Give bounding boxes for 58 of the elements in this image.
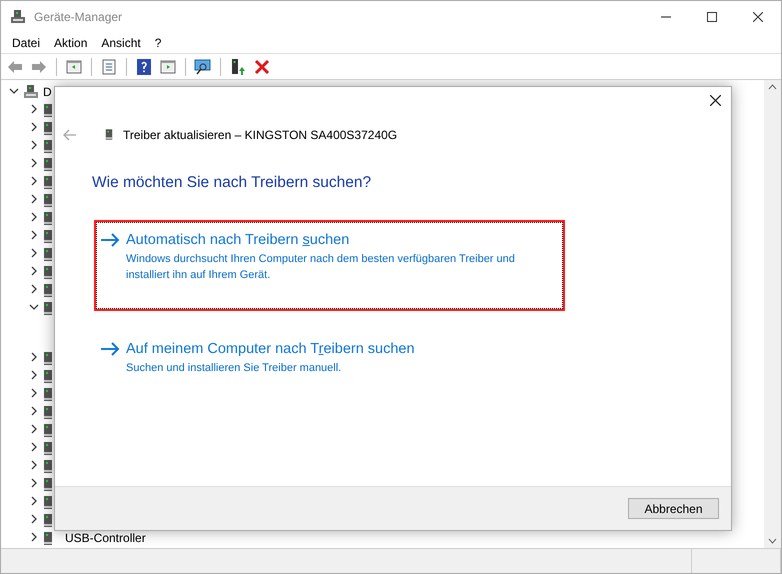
- device-icon: [43, 530, 53, 546]
- device-icon: [43, 300, 53, 316]
- dialog-title: Treiber aktualisieren – KINGSTON SA400S37240G: [123, 128, 398, 142]
- device-icon: [43, 282, 53, 298]
- window-title: Geräte-Manager: [34, 10, 122, 24]
- search-option[interactable]: Auf meinem Computer nach Treibern suchen Suchen und installieren Sie Treiber manuell.: [94, 329, 565, 404]
- device-icon: [43, 368, 53, 384]
- option-description: Suchen und installieren Sie Treiber manuell.: [126, 361, 342, 376]
- device-icon: [43, 386, 53, 402]
- menu-item[interactable]: Aktion: [47, 36, 94, 50]
- menu-item[interactable]: Datei: [5, 36, 48, 50]
- arrow-icon: [100, 233, 120, 247]
- properties-icon[interactable]: [100, 58, 118, 76]
- close-icon[interactable]: [753, 12, 763, 22]
- tree-item-label[interactable]: USB-Controller: [65, 531, 146, 545]
- device-icon: [43, 210, 53, 226]
- cancel-button[interactable]: Abbrechen: [628, 498, 719, 519]
- option-title: Automatisch nach Treibern suchen: [126, 231, 350, 249]
- device-icon: [43, 264, 53, 280]
- device-icon: [43, 476, 53, 492]
- device-icon: [43, 350, 53, 366]
- help-icon[interactable]: [135, 58, 153, 76]
- device-icon: [43, 138, 53, 154]
- device-icon: [43, 102, 53, 118]
- window-icon[interactable]: [159, 58, 177, 76]
- device-icon: [43, 228, 53, 244]
- window-icon[interactable]: [65, 58, 83, 76]
- scroll-down-icon[interactable]: [768, 538, 777, 544]
- device-icon: [43, 120, 53, 136]
- device-icon: [43, 494, 53, 510]
- monitor-search-icon[interactable]: [194, 58, 212, 76]
- maximize-icon[interactable]: [707, 12, 717, 22]
- dialog-heading: Wie möchten Sie nach Treibern suchen?: [92, 174, 372, 192]
- arrow-icon: [100, 342, 120, 356]
- computer-icon: [23, 84, 39, 100]
- device-icon: [43, 422, 53, 438]
- chevron-down-icon[interactable]: [29, 302, 39, 312]
- menu-item[interactable]: ?: [148, 36, 168, 50]
- scroll-up-icon[interactable]: [768, 84, 777, 90]
- close-icon[interactable]: [710, 95, 721, 106]
- device-icon: [105, 127, 113, 142]
- device-icon: [43, 512, 53, 528]
- device-icon: [43, 246, 53, 262]
- device-icon: [43, 156, 53, 172]
- tree-item-label[interactable]: D: [43, 85, 52, 99]
- search-option[interactable]: Automatisch nach Treibern suchen Windows durchsucht Ihren Computer nach dem besten verfügbaren Treiber und installiert ihn auf Ihrem Gerät.: [94, 220, 565, 311]
- menu-item[interactable]: Ansicht: [94, 36, 148, 50]
- option-description: Windows durchsucht Ihren Computer nach dem besten verfügbaren Treiber und installiert ihn auf Ihrem Gerät.: [126, 252, 516, 283]
- device-icon: [43, 404, 53, 420]
- device-icon: [43, 174, 53, 190]
- device-manager-icon: [10, 8, 26, 24]
- delete-icon[interactable]: [253, 58, 271, 76]
- chevron-down-icon[interactable]: [9, 86, 19, 96]
- device-icon: [43, 440, 53, 456]
- device-icon: [43, 458, 53, 474]
- device-update-icon[interactable]: [229, 58, 247, 76]
- device-icon: [43, 192, 53, 208]
- option-title: Auf meinem Computer nach Treibern suchen: [126, 340, 415, 358]
